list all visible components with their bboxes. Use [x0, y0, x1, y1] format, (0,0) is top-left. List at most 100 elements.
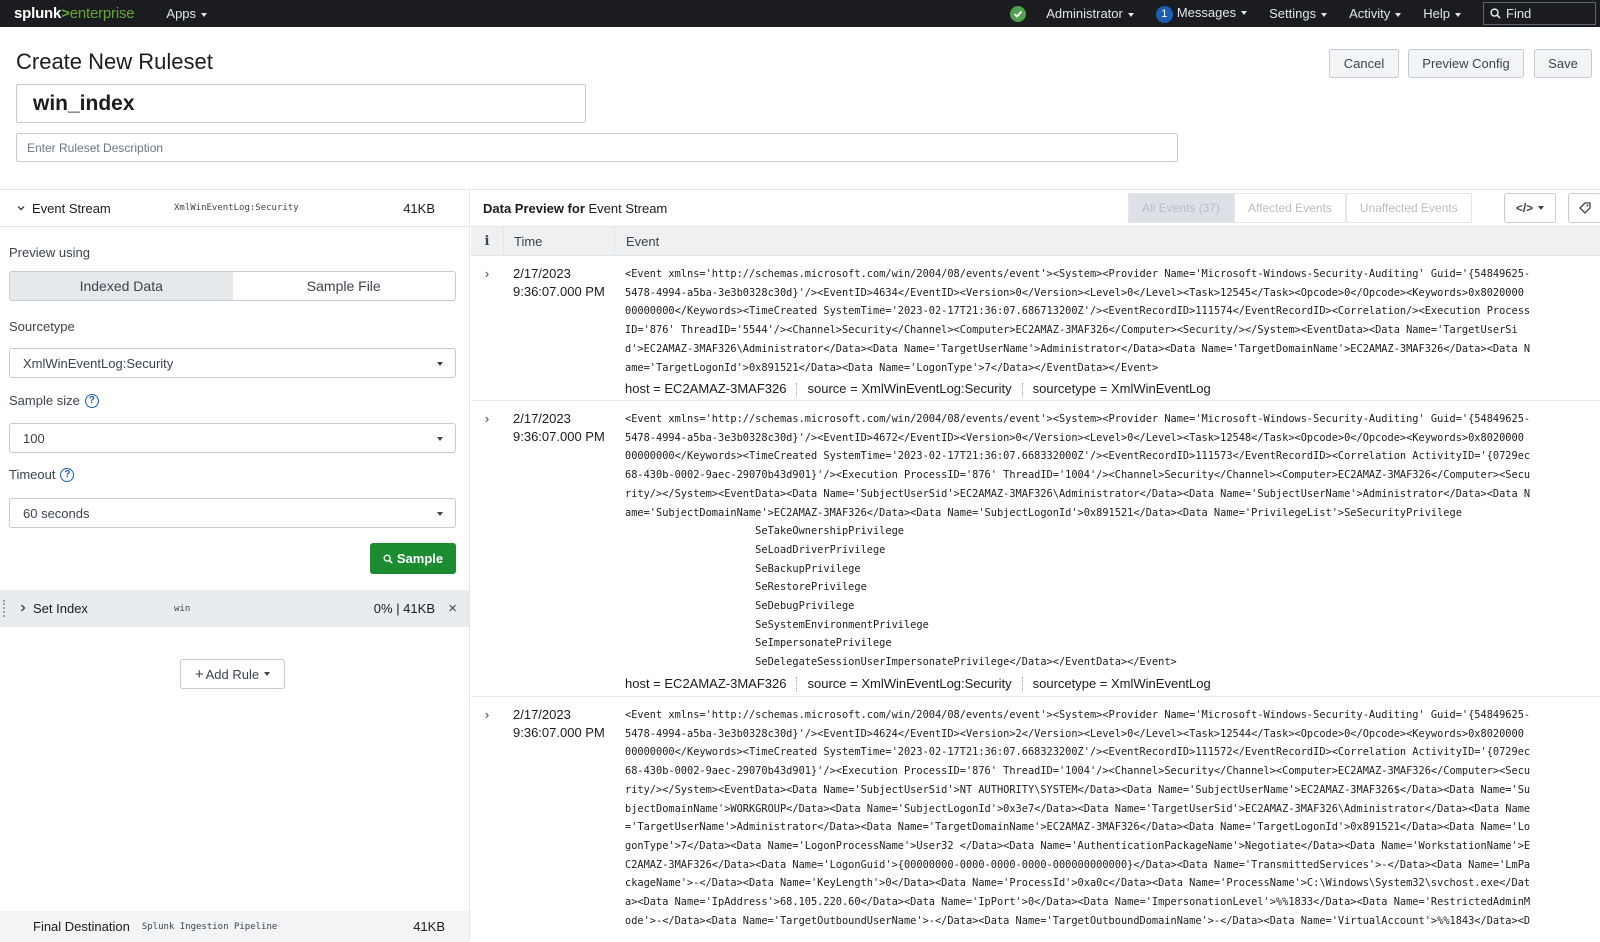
event-raw: <Event xmlns='http://schemas.microsoft.c… [614, 410, 1600, 692]
administrator-menu[interactable]: Administrator [1046, 6, 1134, 21]
event-date: 2/17/2023 [513, 266, 571, 281]
chevron-down-icon [437, 437, 443, 441]
tag-button[interactable] [1568, 193, 1600, 223]
set-index-value: win [174, 603, 191, 614]
ruleset-name-input[interactable]: win_index [16, 84, 586, 123]
unaffected-events-filter[interactable]: Unaffected Events [1345, 193, 1472, 223]
event-line: 5478-4994-a5ba-3e3b0328c30d}'/><EventID>… [625, 727, 1524, 740]
check-circle-icon[interactable] [1010, 5, 1027, 22]
event-line: SeLoadDriverPrivilege [625, 543, 886, 556]
set-index-rule-row[interactable]: Set Index win 0% | 41KB × [0, 590, 469, 627]
help-icon[interactable]: ? [84, 393, 99, 408]
event-stream-sourcetype: XmlWinEventLog:Security [174, 203, 299, 213]
chevron-right-icon[interactable]: › [471, 411, 503, 426]
code-icon: </> [1515, 201, 1534, 215]
ruleset-config-panel: Event Stream XmlWinEventLog:Security 41K… [0, 189, 470, 942]
source-field[interactable]: source = XmlWinEventLog:Security [807, 676, 1011, 691]
event-line: 00000000</Keywords><TimeCreated SystemTi… [625, 746, 1531, 759]
logo-primary: splunk [14, 5, 62, 22]
final-destination-label: Final Destination [33, 919, 130, 934]
preview-using-label: Preview using [9, 245, 90, 260]
all-events-filter[interactable]: All Events (37) [1128, 193, 1235, 223]
apps-menu-label: Apps [166, 6, 197, 21]
chevron-down-icon [16, 201, 26, 216]
event-line: SeBackupPrivilege [625, 562, 861, 575]
sourcetype-select[interactable]: XmlWinEventLog:Security [9, 348, 456, 378]
event-line: 68-430b-0002-9aec-29070b43d901}'/><Execu… [625, 469, 1531, 482]
source-field[interactable]: source = XmlWinEventLog:Security [807, 381, 1011, 396]
event-stream-size: 41KB [403, 200, 435, 216]
code-view-button[interactable]: </> [1504, 193, 1556, 223]
time-column-header[interactable]: Time [503, 227, 614, 256]
chevron-down-icon [1321, 12, 1328, 17]
event-line: <Event xmlns='http://schemas.microsoft.c… [625, 709, 1531, 721]
host-field[interactable]: host = EC2AMAZ-3MAF326 [625, 381, 786, 396]
event-line: 00000000</Keywords><TimeCreated SystemTi… [625, 450, 1531, 463]
sourcetype-field[interactable]: sourcetype = XmlWinEventLog [1033, 381, 1211, 396]
affected-events-filter[interactable]: Affected Events [1234, 193, 1346, 223]
messages-menu[interactable]: 1 Messages [1155, 4, 1248, 23]
close-icon[interactable]: × [448, 600, 457, 617]
administrator-label: Administrator [1046, 6, 1123, 21]
messages-count-badge: 1 [1155, 5, 1173, 23]
event-line: rity/></System><EventData><Data Name='Su… [625, 487, 1531, 500]
top-nav-bar: splunk>enterprise Apps Administrator 1 Me… [0, 0, 1600, 27]
event-line: ='TargetUserName'>Administrator</Data><D… [625, 821, 1531, 834]
apps-menu[interactable]: Apps [166, 6, 208, 21]
timeout-value: 60 seconds [23, 505, 90, 521]
logo-separator: > [61, 5, 70, 22]
logo-secondary: enterprise [69, 5, 135, 22]
event-line: 5478-4994-a5ba-3e3b0328c30d}'/><EventID>… [625, 431, 1524, 444]
find-input[interactable]: Find [1483, 2, 1596, 25]
event-line: SeImpersonatePrivilege [625, 637, 892, 650]
event-timestamp: 9:36:07.000 PM [513, 284, 605, 299]
table-row: › 2/17/2023 9:36:07.000 PM <Event xmlns=… [471, 256, 1600, 401]
help-menu[interactable]: Help [1423, 6, 1461, 21]
data-preview-title-source: Event Stream [588, 200, 668, 216]
messages-label: Messages [1176, 4, 1237, 20]
event-line: d'>EC2AMAZ-3MAF326\Administrator</Data><… [625, 342, 1531, 355]
event-line: <Event xmlns='http://schemas.microsoft.c… [625, 268, 1531, 280]
activity-menu[interactable]: Activity [1349, 6, 1402, 21]
add-rule-button[interactable]: + Add Rule [180, 659, 285, 689]
help-label: Help [1423, 6, 1450, 21]
settings-menu[interactable]: Settings [1269, 6, 1328, 21]
preview-config-button[interactable]: Preview Config [1408, 49, 1524, 78]
chevron-right-icon[interactable]: › [471, 266, 503, 281]
page-title: Create New Ruleset [16, 49, 213, 74]
event-line: ame='SubjectDomainName'>EC2AMAZ-3MAF326<… [625, 506, 1462, 519]
indexed-data-option[interactable]: Indexed Data [10, 272, 233, 300]
event-line: C2AMAZ-3MAF326</Data><Data Name='LogonGu… [625, 858, 1531, 871]
preview-source-toggle: Indexed Data Sample File [9, 271, 456, 301]
event-date: 2/17/2023 [513, 411, 571, 426]
timeout-select[interactable]: 60 seconds [9, 498, 456, 528]
chevron-right-icon[interactable] [18, 601, 28, 616]
save-button[interactable]: Save [1534, 49, 1592, 78]
host-field[interactable]: host = EC2AMAZ-3MAF326 [625, 676, 786, 691]
event-line: SeDebugPrivilege [625, 600, 855, 613]
sample-size-select[interactable]: 100 [9, 423, 456, 453]
tag-icon [1579, 202, 1591, 214]
sample-file-option[interactable]: Sample File [233, 272, 456, 300]
event-line: ame='TargetLogonId'>0x891521</Data><Data… [625, 361, 1159, 374]
chevron-right-icon[interactable]: › [471, 707, 503, 722]
cancel-button[interactable]: Cancel [1329, 49, 1399, 78]
chevron-down-icon [437, 362, 443, 366]
search-icon [1490, 8, 1501, 19]
event-fields: host = EC2AMAZ-3MAF326 source = XmlWinEve… [625, 676, 1600, 692]
event-time: 2/17/2023 9:36:07.000 PM [503, 265, 614, 301]
help-icon[interactable]: ? [60, 467, 75, 482]
event-raw: <Event xmlns='http://schemas.microsoft.c… [614, 706, 1600, 930]
event-timestamp: 9:36:07.000 PM [513, 429, 605, 444]
event-column-header: Event [614, 227, 1600, 256]
sample-button[interactable]: Sample [370, 543, 456, 574]
find-placeholder: Find [1506, 6, 1532, 21]
ruleset-description-input[interactable]: Enter Ruleset Description [16, 133, 1178, 162]
data-preview-toolbar: Data Preview for Event Stream All Events… [471, 189, 1600, 227]
drag-handle-icon[interactable] [3, 600, 7, 617]
event-line: bjectDomainName'>WORKGROUP</Data><Data N… [625, 802, 1531, 815]
sourcetype-field[interactable]: sourcetype = XmlWinEventLog [1033, 676, 1211, 691]
event-stream-row[interactable]: Event Stream XmlWinEventLog:Security 41K… [0, 189, 469, 227]
splunk-logo[interactable]: splunk>enterprise [14, 5, 135, 22]
ruleset-header: Create New Ruleset win_index Enter Rules… [0, 27, 1600, 189]
